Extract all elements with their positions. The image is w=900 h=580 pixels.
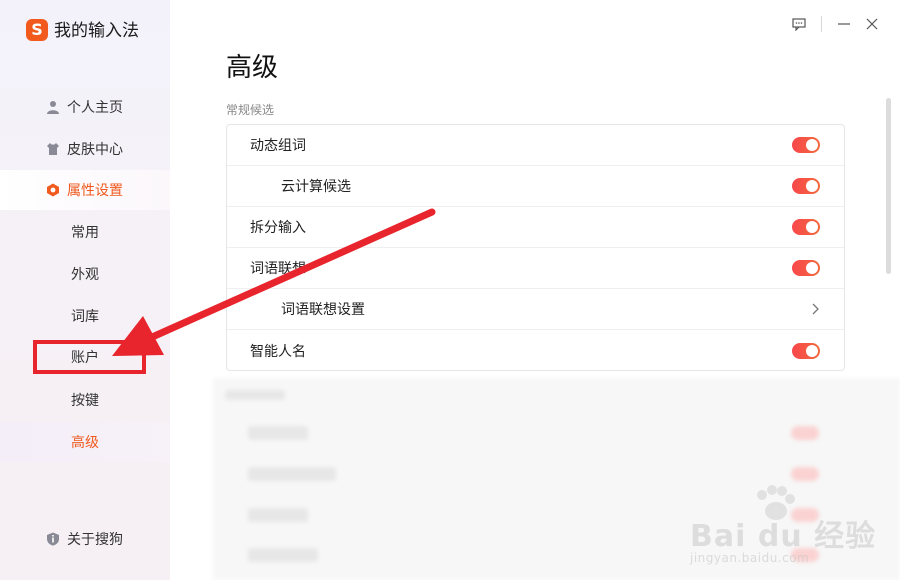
blurred-text <box>248 426 308 440</box>
window-controls-divider <box>821 16 822 32</box>
setting-label: 云计算候选 <box>281 179 351 195</box>
blurred-text <box>225 390 285 400</box>
setting-row-smart-names: 智能人名 <box>227 330 844 371</box>
blurred-text <box>248 508 308 522</box>
setting-label: 词语联想设置 <box>281 302 365 318</box>
user-icon <box>47 101 59 114</box>
setting-row-cloud-candidates: 云计算候选 <box>227 166 844 207</box>
minimize-icon <box>838 23 850 25</box>
toggle-switch[interactable] <box>792 178 820 194</box>
settings-card: 动态组词 云计算候选 拆分输入 词语联想 词语联想设置 智能人名 <box>226 124 845 371</box>
close-button[interactable] <box>858 10 886 38</box>
nav-item-label: 皮肤中心 <box>67 142 123 158</box>
sub-item-advanced[interactable]: 高级 <box>0 422 170 462</box>
setting-row-split-input: 拆分输入 <box>227 207 844 248</box>
toggle-switch[interactable] <box>792 219 820 235</box>
sogou-logo-icon: S <box>26 19 48 41</box>
sub-item-dictionary[interactable]: 词库 <box>0 296 170 336</box>
page-title: 高级 <box>226 53 279 83</box>
setting-label: 词语联想 <box>250 261 306 277</box>
nav-item-label: 属性设置 <box>67 183 123 199</box>
close-icon <box>866 18 878 30</box>
sub-item-appearance[interactable]: 外观 <box>0 254 170 294</box>
nav-item-profile[interactable]: 个人主页 <box>0 87 170 127</box>
window-controls <box>785 10 900 38</box>
setting-row-association-settings[interactable]: 词语联想设置 <box>227 289 844 330</box>
setting-row-word-association: 词语联想 <box>227 248 844 289</box>
setting-label: 动态组词 <box>250 138 306 154</box>
feedback-icon <box>792 17 806 31</box>
blurred-toggle <box>791 426 819 440</box>
watermark-brand: Bai du 经验 <box>690 519 877 554</box>
annotation-highlight-box <box>33 340 146 374</box>
blurred-toggle <box>791 467 819 481</box>
sub-item-general[interactable]: 常用 <box>0 212 170 252</box>
nav-item-label: 个人主页 <box>67 100 123 116</box>
shirt-icon <box>47 143 59 155</box>
toggle-switch[interactable] <box>792 137 820 153</box>
setting-row-dynamic-phrase: 动态组词 <box>227 125 844 166</box>
app-title: 我的输入法 <box>54 21 139 41</box>
setting-label: 智能人名 <box>250 343 306 360</box>
watermark-url: jingyan.baidu.com <box>690 551 810 565</box>
about-link[interactable]: 关于搜狗 <box>0 528 170 550</box>
minimize-button[interactable] <box>830 10 858 38</box>
blurred-text <box>248 467 336 481</box>
baidu-watermark: Bai du 经验 jingyan.baidu.com <box>690 485 890 575</box>
scrollbar-thumb[interactable] <box>886 98 891 274</box>
sub-item-keys[interactable]: 按键 <box>0 380 170 420</box>
section-label: 常规候选 <box>226 103 275 117</box>
chevron-right-icon <box>812 303 819 315</box>
toggle-switch[interactable] <box>792 260 820 276</box>
info-shield-icon <box>47 532 59 546</box>
nav-item-skins[interactable]: 皮肤中心 <box>0 129 170 169</box>
setting-label: 拆分输入 <box>250 220 306 236</box>
about-label: 关于搜狗 <box>67 532 123 548</box>
nav-item-settings[interactable]: 属性设置 <box>0 170 170 210</box>
sidebar: S 我的输入法 个人主页 皮肤中心 属性设置 常用 外观 词库 账户 按键 高级… <box>0 0 170 580</box>
toggle-switch[interactable] <box>792 342 820 359</box>
blurred-text <box>248 548 318 562</box>
hexagon-settings-icon <box>47 183 59 197</box>
feedback-button[interactable] <box>785 10 813 38</box>
